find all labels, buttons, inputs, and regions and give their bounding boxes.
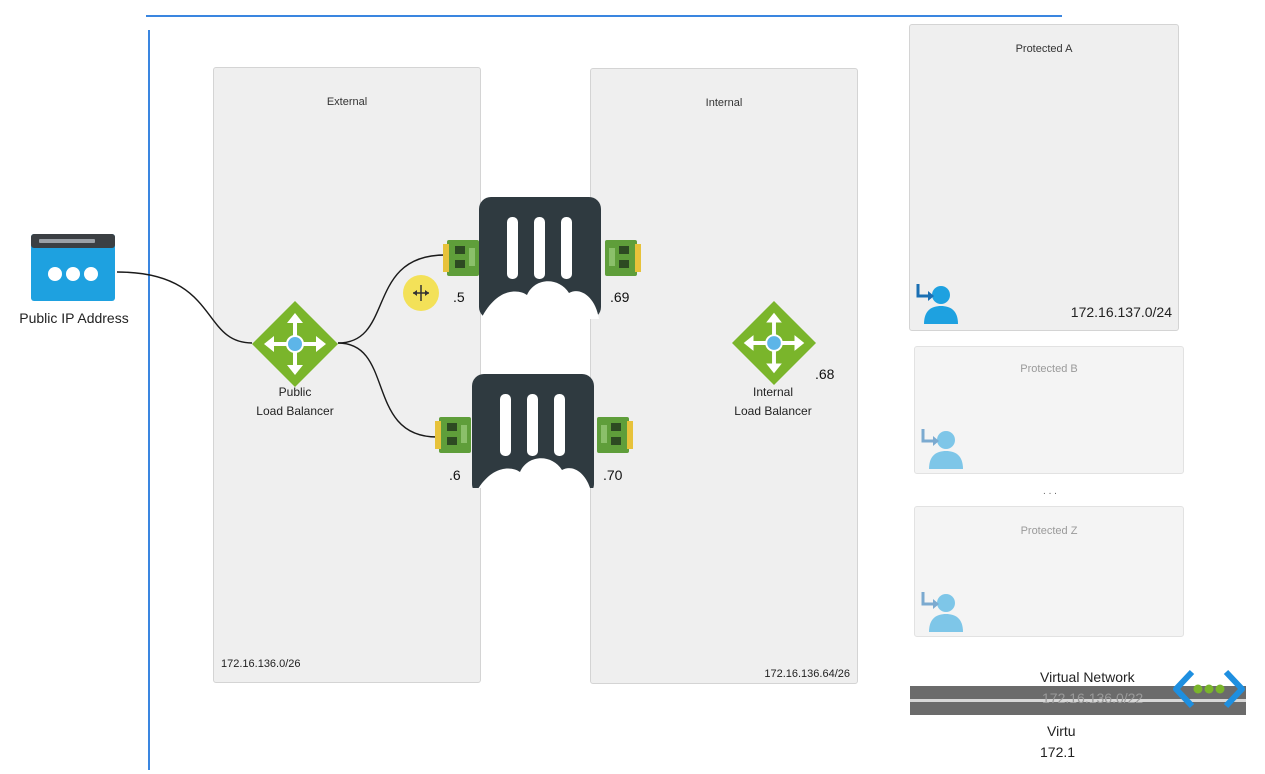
vnet-icon — [1172, 668, 1246, 710]
link-lb-to-fortigate-b — [337, 342, 438, 438]
protected-b-user-icon — [919, 427, 963, 469]
public-lb-icon — [252, 301, 338, 387]
public-lb-label-line1: Public — [278, 385, 312, 399]
fortigate-b-int-nic-icon — [595, 415, 633, 455]
connection-lines — [116, 254, 446, 438]
vnet-partial-cidr: 172.1 — [1040, 744, 1076, 760]
vnet-partial-label: Virtu — [1047, 723, 1076, 739]
fortigate-a-ext-ip: .5 — [453, 289, 465, 305]
internal-lb-ip: .68 — [815, 366, 835, 382]
fortigate-a-ext-nic-icon — [443, 238, 481, 278]
internal-lb-icon — [732, 301, 816, 385]
fortigate-a-icon — [479, 197, 601, 319]
protected-z-user-icon — [919, 590, 963, 632]
fortigate-a-int-ip: .69 — [610, 289, 630, 305]
internal-lb-label-line1: Internal — [752, 385, 794, 399]
vnet-cidr: 172.16.136.0/22 — [1042, 690, 1144, 706]
public-ip-label: Public IP Address — [19, 310, 129, 326]
fortigate-b-icon — [472, 374, 594, 488]
fortigate-b-int-ip: .70 — [603, 467, 623, 483]
protected-a-user-icon — [914, 282, 958, 324]
fortigate-b-ext-ip: .6 — [449, 467, 461, 483]
fortigate-b-ext-nic-icon — [435, 415, 473, 455]
vnet-label: Virtual Network — [1040, 669, 1135, 685]
move-cursor-icon — [411, 283, 431, 303]
internal-lb-label-line2: Load Balancer — [734, 404, 812, 418]
public-ip-icon — [31, 234, 115, 301]
fortigate-a-int-nic-icon — [603, 238, 641, 278]
link-public-ip-to-lb — [116, 271, 253, 344]
public-lb-label-line2: Load Balancer — [256, 404, 334, 418]
